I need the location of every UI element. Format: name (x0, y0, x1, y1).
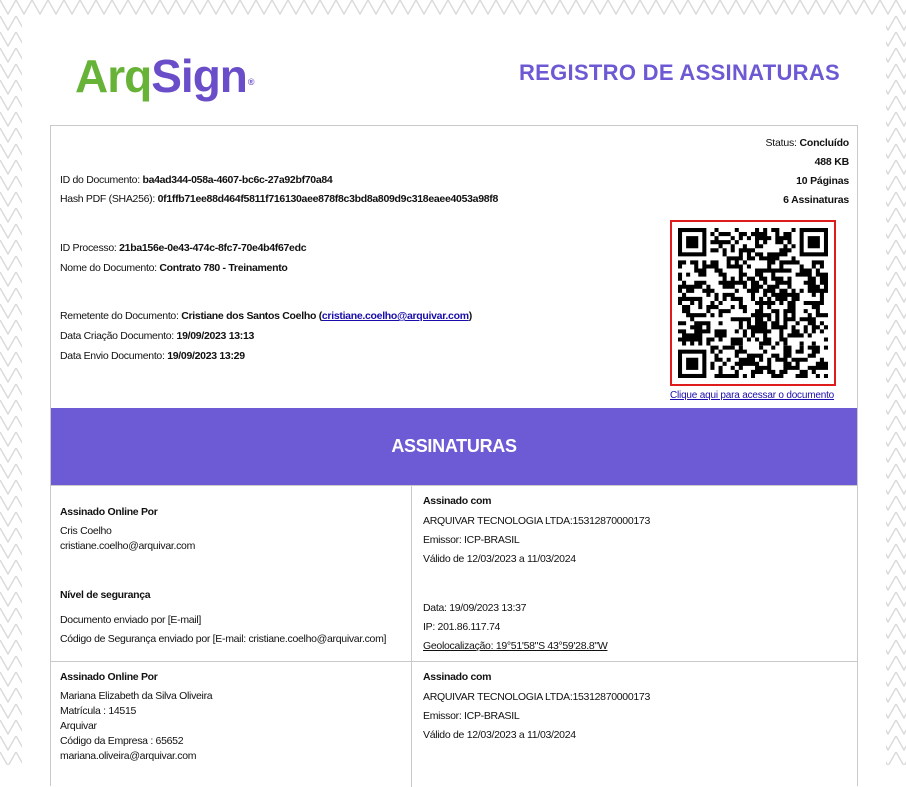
qr-code-graphic (678, 228, 828, 378)
certificate-validity: Válido de 12/03/2023 a 11/03/2024 (423, 729, 576, 741)
signature-ip: IP: 201.86.117.74 (423, 621, 501, 633)
security-line: Documento enviado por [E-mail] (60, 614, 201, 626)
sent-date: Data Envio Documento: 19/09/2023 13:29 (60, 350, 245, 362)
sent-date-label: Data Envio Documento: (60, 350, 165, 362)
signatures-section-header: ASSINATURAS (51, 408, 857, 485)
sender-label: Remetente do Documento: (60, 310, 179, 322)
signer-name: Mariana Elizabeth da Silva Oliveira (60, 690, 213, 702)
column-divider (411, 486, 412, 662)
signer-company-code: Código da Empresa : 65652 (60, 735, 184, 747)
signer-registration: Matrícula : 14515 (60, 705, 137, 717)
signatures-line: 6 Assinaturas (783, 194, 849, 206)
signer-row: Assinado Online Por Cris Coelho cristian… (51, 485, 857, 662)
status-line: Status: Concluído (765, 137, 849, 149)
signature-geolocation[interactable]: Geolocalização: 19°51'58"S 43°59'28.8"W (423, 640, 608, 652)
creation-date-label: Data Criação Documento: (60, 330, 174, 342)
size-line: 488 KB (814, 156, 850, 168)
document-id-value: ba4ad344-058a-4607-bc6c-27a92bf70a84 (142, 174, 333, 186)
signed-by-label: Assinado Online Por (60, 506, 158, 518)
hash-label: Hash PDF (SHA256): (60, 193, 155, 205)
document-id: ID do Documento: ba4ad344-058a-4607-bc6c… (60, 174, 333, 186)
logo-arq-text: Arq (75, 50, 152, 102)
signed-with-label: Assinado com (423, 671, 492, 683)
signed-with-label: Assinado com (423, 495, 492, 507)
process-id-label: ID Processo: (60, 242, 117, 254)
sender-email-link[interactable]: cristiane.coelho@arquivar.com (322, 310, 469, 322)
document-hash: Hash PDF (SHA256): 0f1ffb71ee88d464f5811… (60, 193, 498, 205)
certificate-issuer: Emissor: ICP-BRASIL (423, 710, 520, 722)
signer-email: cristiane.coelho@arquivar.com (60, 540, 196, 552)
sender-name: Cristiane dos Santos Coelho (181, 310, 317, 322)
logo-sign-text: Sign (151, 50, 248, 102)
sender-paren-close: ) (468, 310, 473, 322)
document-name: Nome do Documento: Contrato 780 - Treina… (60, 262, 288, 274)
signer-email: mariana.oliveira@arquivar.com (60, 750, 197, 762)
file-size: 488 KB (814, 156, 850, 168)
status-label: Status: (765, 137, 797, 149)
column-divider (411, 662, 412, 787)
certificate-issuer: Emissor: ICP-BRASIL (423, 534, 520, 546)
process-id-value: 21ba156e-0e43-474c-8fc7-70e4b4f67edc (119, 242, 307, 254)
creation-date: Data Criação Documento: 19/09/2023 13:13 (60, 330, 254, 342)
status-value: Concluído (799, 137, 849, 149)
certificate-holder: ARQUIVAR TECNOLOGIA LTDA:15312870000173 (423, 515, 651, 527)
signature-count: 6 Assinaturas (783, 194, 849, 206)
document-sender: Remetente do Documento: Cristiane dos Sa… (60, 310, 472, 322)
open-document-link[interactable]: Clique aqui para acessar o documento (670, 390, 834, 401)
hash-value: 0f1ffb71ee88d464f5811f716130aee878f8c3bd… (157, 193, 499, 205)
signature-date: Data: 19/09/2023 13:37 (423, 602, 527, 614)
pages-line: 10 Páginas (796, 175, 849, 187)
certificate-holder: ARQUIVAR TECNOLOGIA LTDA:15312870000173 (423, 691, 651, 703)
certificate-validity: Válido de 12/03/2023 a 11/03/2024 (423, 553, 576, 565)
document-name-value: Contrato 780 - Treinamento (159, 262, 288, 274)
arqsign-logo: ArqSign® (75, 46, 255, 106)
creation-date-value: 19/09/2023 13:13 (176, 330, 255, 342)
page-title: REGISTRO DE ASSINATURAS (518, 60, 840, 85)
document-info-box: Status: Concluído 488 KB 10 Páginas 6 As… (50, 125, 858, 787)
signer-row: Assinado Online Por Mariana Elizabeth da… (51, 661, 857, 787)
security-level-label: Nível de segurança (60, 589, 151, 601)
signer-company: Arquivar (60, 720, 97, 732)
process-id: ID Processo: 21ba156e-0e43-474c-8fc7-70e… (60, 242, 307, 254)
security-line: Código de Segurança enviado por [E-mail:… (60, 633, 387, 645)
page-count: 10 Páginas (796, 175, 849, 187)
document-page: ArqSign® REGISTRO DE ASSINATURAS Status:… (22, 16, 886, 787)
document-name-label: Nome do Documento: (60, 262, 157, 274)
registered-mark: ® (247, 77, 255, 87)
sent-date-value: 19/09/2023 13:29 (167, 350, 245, 362)
signed-by-label: Assinado Online Por (60, 671, 158, 683)
qr-code-icon[interactable] (670, 220, 836, 386)
document-id-label: ID do Documento: (60, 174, 140, 186)
signer-name: Cris Coelho (60, 525, 112, 537)
